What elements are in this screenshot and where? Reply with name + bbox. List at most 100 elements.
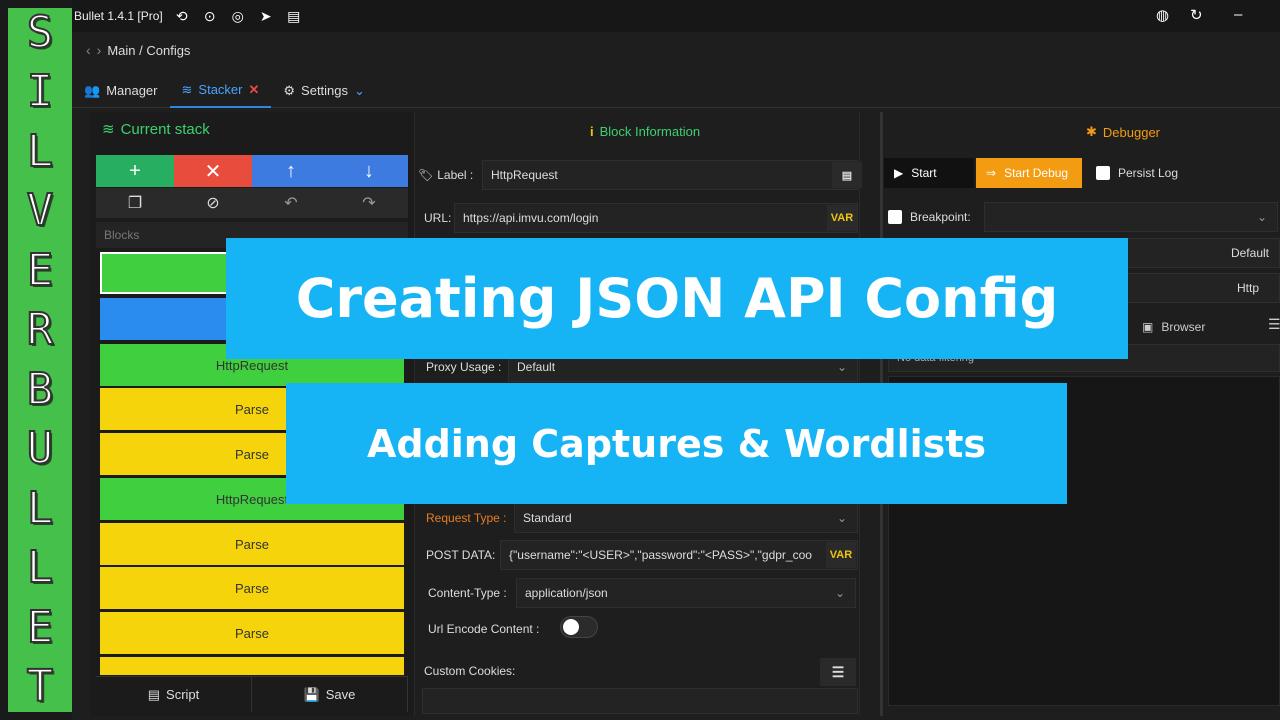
globe-icon[interactable]: ◍: [1156, 6, 1169, 24]
request-type-select[interactable]: Standard ⌄: [514, 503, 858, 533]
menu-icon[interactable]: ☰: [1268, 316, 1280, 333]
post-var-button[interactable]: VAR: [826, 542, 856, 568]
block-label: Parse: [235, 580, 269, 596]
breadcrumb-text: Main / Configs: [107, 42, 191, 58]
start-debug-label: Start Debug: [1004, 166, 1069, 180]
cookies-label-text: Custom Cookies:: [424, 664, 516, 678]
persist-log-checkbox[interactable]: Persist Log: [1086, 158, 1188, 188]
tab-settings[interactable]: ⚙ Settings ⌄: [271, 74, 377, 108]
post-data-input[interactable]: {"username":"<USER>","password":"<PASS>"…: [500, 540, 858, 570]
stack-header: ≋ Current stack: [102, 120, 210, 139]
save-button[interactable]: 💾 Save: [252, 677, 408, 712]
block-label: Parse: [235, 536, 269, 552]
bug-icon: ✱: [1086, 124, 1097, 139]
app-title: Bullet 1.4.1 [Pro]: [74, 9, 163, 23]
content-type-value: application/json: [525, 586, 608, 600]
cookies-list-button[interactable]: ☰: [820, 658, 856, 686]
content-type-label: Content-Type :: [428, 586, 507, 600]
delete-block-button[interactable]: ✕: [174, 155, 252, 187]
clone-button[interactable]: ❐: [96, 188, 174, 218]
brand-letter: E: [26, 244, 54, 296]
url-input[interactable]: https://api.imvu.com/login: [454, 203, 858, 233]
add-block-button[interactable]: +: [96, 155, 174, 187]
close-icon[interactable]: ✕: [248, 82, 259, 98]
title-bar: Bullet 1.4.1 [Pro] ⟲ ⊙ ◎ ➤ ▤ ◍ ↻ –: [72, 0, 1280, 32]
block-info-header: i Block Information: [590, 124, 700, 139]
url-label-text: URL:: [424, 211, 452, 225]
debugger-header: ✱ Debugger: [1086, 124, 1160, 140]
block-item[interactable]: Parse: [100, 523, 404, 565]
checkbox-box: [888, 210, 902, 224]
script-button[interactable]: ▤ Script: [96, 677, 252, 712]
chevron-down-icon: ⌄: [1256, 210, 1267, 224]
forward-icon[interactable]: ›: [97, 42, 102, 58]
brand-letter: L: [26, 125, 54, 177]
breakpoint-checkbox[interactable]: Breakpoint:: [878, 202, 981, 232]
info-icon: i: [590, 124, 594, 139]
block-item[interactable]: Parse: [100, 612, 404, 654]
url-var-button[interactable]: VAR: [827, 205, 857, 231]
label-text: Label :: [437, 168, 474, 182]
notes-icon[interactable]: ▤: [832, 162, 862, 188]
redo-button[interactable]: ↷: [330, 188, 408, 218]
label-field-label: 🏷 Label :: [418, 168, 473, 182]
post-data-value: {"username":"<USER>","password":"<PASS>"…: [509, 548, 812, 562]
block-item[interactable]: [100, 657, 404, 675]
block-label: Parse: [235, 401, 269, 417]
chevron-down-icon: ⌄: [834, 586, 845, 600]
label-input[interactable]: HttpRequest: [482, 160, 858, 190]
default-value: Default: [1230, 246, 1269, 260]
tab-stacker[interactable]: ≋ Stacker ✕: [169, 74, 272, 108]
move-down-button[interactable]: ↓: [330, 155, 408, 187]
play-icon: ▶: [894, 166, 904, 180]
protocol-select[interactable]: Http: [1126, 273, 1280, 303]
minimize-icon[interactable]: –: [1234, 6, 1242, 23]
brand-letter: V: [26, 185, 54, 237]
block-info-title: Block Information: [599, 124, 701, 139]
block-label: HttpRequest: [215, 357, 289, 373]
block-label: Parse: [235, 446, 269, 462]
tab-manager[interactable]: 👥 Manager: [72, 74, 170, 108]
brand-letter: S: [26, 7, 54, 58]
proxy-mode-select[interactable]: Default: [1126, 238, 1280, 268]
block-label: HttpRequest: [215, 491, 289, 507]
screenshot-icon[interactable]: ⊙: [201, 7, 219, 25]
custom-cookies-editor[interactable]: [422, 688, 858, 714]
url-encode-toggle[interactable]: [560, 616, 598, 638]
tab-label: Manager: [106, 83, 158, 98]
history-icon[interactable]: ⟲: [173, 7, 191, 25]
back-icon[interactable]: ‹: [86, 42, 91, 58]
save-icon: 💾: [303, 686, 320, 702]
block-item[interactable]: Parse: [100, 567, 404, 609]
post-label-text: POST DATA:: [426, 548, 496, 562]
breakpoint-select[interactable]: ⌄: [984, 202, 1278, 232]
video-subtitle-banner: Adding Captures & Wordlists: [286, 383, 1067, 504]
disable-button[interactable]: ⊘: [174, 188, 252, 218]
checkbox-box: [1096, 166, 1110, 180]
browser-tab[interactable]: ▣ Browser: [1132, 312, 1215, 342]
undo-button[interactable]: ↶: [252, 188, 330, 218]
video-title-banner: Creating JSON API Config: [226, 238, 1128, 359]
video-subtitle: Adding Captures & Wordlists: [366, 421, 987, 466]
brand-letter: U: [26, 423, 54, 475]
discord-icon[interactable]: ◎: [229, 7, 247, 25]
start-button[interactable]: ▶ Start: [884, 158, 974, 188]
notes-icon[interactable]: ▤: [285, 7, 303, 25]
brand-letter: T: [26, 660, 54, 712]
content-type-select[interactable]: application/json ⌄: [516, 578, 856, 608]
start-debug-button[interactable]: ⇒ Start Debug: [976, 158, 1082, 188]
brand-letter: I: [26, 66, 54, 118]
proxy-label-text: Proxy Usage :: [426, 360, 502, 374]
var-label: VAR: [830, 212, 854, 224]
sync-icon[interactable]: ↻: [1190, 6, 1203, 24]
tab-label: Stacker: [198, 82, 243, 97]
url-encode-label: Url Encode Content :: [428, 622, 539, 636]
brand-letter: E: [26, 601, 54, 653]
silverbullet-brand-strip: SILVERBULLET: [8, 8, 72, 712]
telegram-icon[interactable]: ➤: [257, 7, 275, 25]
label-value: HttpRequest: [491, 168, 558, 182]
block-label: Parse: [235, 625, 269, 641]
move-up-button[interactable]: ↑: [252, 155, 330, 187]
script-icon: ▤: [147, 686, 161, 702]
video-title: Creating JSON API Config: [295, 267, 1059, 330]
